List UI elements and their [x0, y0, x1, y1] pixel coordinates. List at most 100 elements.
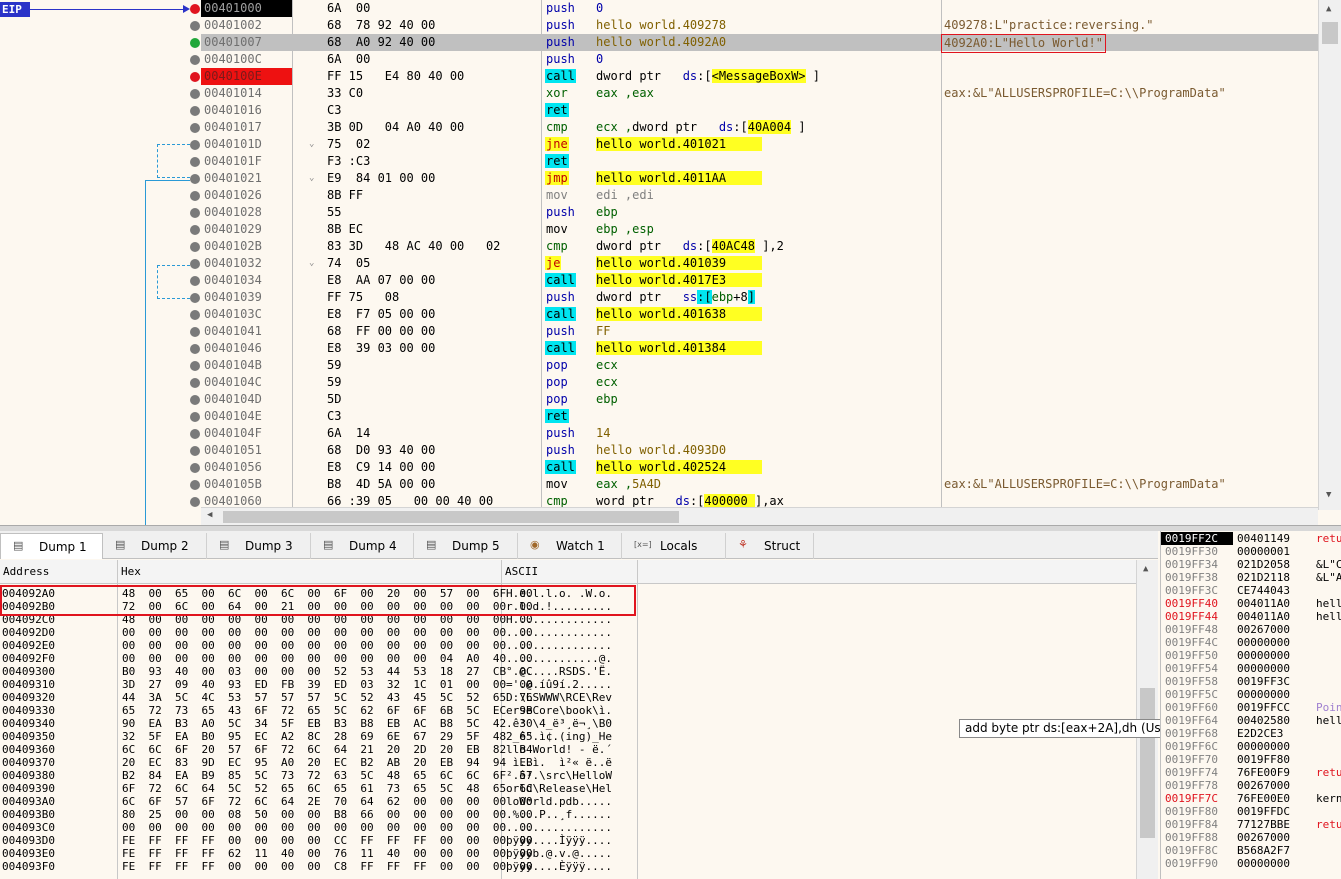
dump-ascii[interactable]: þÿÿÿb.@.v.@.....	[506, 847, 612, 860]
dump-hex-bytes[interactable]: 00 00 00 00 00 00 00 00 00 00 00 00 00 0…	[122, 626, 533, 639]
breakpoint-dot[interactable]	[190, 276, 200, 286]
instruction-row[interactable]: 00401029 8B EC mov ebp ,esp	[201, 221, 1318, 238]
breakpoint-dot[interactable]	[190, 344, 200, 354]
breakpoint-dot[interactable]	[190, 157, 200, 167]
stack-row[interactable]: 0019FF44 004011A0 hell	[1161, 610, 1341, 623]
dump-row[interactable]: 004093C0 00 00 00 00 00 00 00 00 00 00 00…	[0, 821, 1136, 834]
instruction-row[interactable]: 00401046 E8 39 03 00 00 call hello world.40…	[201, 340, 1318, 357]
stack-row[interactable]: 0019FF7C 76FE00E0 kern	[1161, 792, 1341, 805]
breakpoint-dot[interactable]	[190, 89, 200, 99]
stack-row[interactable]: 0019FF74 76FE00F9 retu	[1161, 766, 1341, 779]
breakpoint-dot[interactable]	[190, 327, 200, 337]
hex-column-header[interactable]: Hex	[118, 560, 502, 584]
dump-ascii[interactable]: ='.@.íû9í.2.....	[506, 678, 612, 691]
instruction-row[interactable]: 0040101F F3 :C3 ret	[201, 153, 1318, 170]
instruction-row[interactable]: 0040104F 6A 14 push 14	[201, 425, 1318, 442]
breakpoint-dot[interactable]	[190, 395, 200, 405]
stack-row[interactable]: 0019FF88 00267000	[1161, 831, 1341, 844]
stack-row[interactable]: 0019FF5C 00000000	[1161, 688, 1341, 701]
instruction-row[interactable]: 00401051 68 D0 93 40 00 push hello world.40…	[201, 442, 1318, 459]
breakpoint-dot[interactable]	[190, 463, 200, 473]
dump-ascii[interactable]: 2_ê°.ì¢.(ing)_He	[506, 730, 612, 743]
dump-ascii[interactable]: ì..ì. ì²« ë..ë	[506, 756, 612, 769]
instruction-row[interactable]: 0040104D 5D pop ebp	[201, 391, 1318, 408]
stack-row[interactable]: 0019FF84 77127BBE retu	[1161, 818, 1341, 831]
instruction-row[interactable]: 0040100E FF 15 E4 80 40 00 call dword ptr d…	[201, 68, 1318, 85]
stack-row[interactable]: 0019FF38 021D2118 &L"A	[1161, 571, 1341, 584]
breakpoint-dot[interactable]	[190, 123, 200, 133]
instruction-row[interactable]: 0040102B 83 3D 48 AC 40 00 02 cmp dword ptr…	[201, 238, 1318, 255]
breakpoint-dot[interactable]	[190, 174, 200, 184]
instruction-row[interactable]: 0040100C 6A 00 push 0	[201, 51, 1318, 68]
instruction-row[interactable]: 00401041 68 FF 00 00 00 push FF	[201, 323, 1318, 340]
instruction-row[interactable]: 00401034 E8 AA 07 00 00 call hello world.40…	[201, 272, 1318, 289]
scroll-thumb[interactable]	[223, 511, 679, 523]
stack-row[interactable]: 0019FF40 004011A0 hell	[1161, 597, 1341, 610]
stack-row[interactable]: 0019FF54 00000000	[1161, 662, 1341, 675]
instruction-row[interactable]: 0040104E C3 ret	[201, 408, 1318, 425]
disassembly-view[interactable]: EIP 00401000 6A 00 push 0 00401002 68 78 92 4…	[0, 0, 1341, 527]
dump-hex-bytes[interactable]: 6F 72 6C 64 5C 52 65 6C 65 61 73 65 5C 4…	[122, 782, 533, 795]
dump-row[interactable]: 00409320 44 3A 5C 4C 53 57 57 57 5C 52 43…	[0, 691, 1136, 704]
scroll-left-icon[interactable]: ◀	[207, 510, 212, 520]
dump-ascii[interactable]: þÿÿÿ....Ìÿÿÿ....	[506, 834, 612, 847]
dump-ascii[interactable]: orld\Release\Hel	[506, 782, 612, 795]
breakpoint-dot[interactable]	[190, 378, 200, 388]
instruction-row[interactable]: 0040104C 59 pop ecx	[201, 374, 1318, 391]
breakpoint-dot[interactable]	[190, 38, 200, 48]
breakpoint-dot[interactable]	[190, 208, 200, 218]
stack-row[interactable]: 0019FF30 00000001	[1161, 545, 1341, 558]
stack-row[interactable]: 0019FF68 E2D2CE3	[1161, 727, 1341, 740]
jump-gutter[interactable]: EIP	[0, 0, 201, 525]
dump-hex-bytes[interactable]: B2 84 EA B9 85 5C 73 72 63 5C 48 65 6C 6…	[122, 769, 533, 782]
dump-ascii[interactable]: .%...P..¸f......	[506, 808, 612, 821]
stack-row[interactable]: 0019FF2C 00401149 retu	[1161, 532, 1341, 545]
dump-ascii[interactable]: þÿÿÿ....Èÿÿÿ....	[506, 860, 612, 873]
dump-hex-bytes[interactable]: 00 00 00 00 00 00 00 00 00 00 00 00 04 A…	[122, 652, 533, 665]
breakpoint-dot[interactable]	[190, 429, 200, 439]
instruction-row[interactable]: 00401016 C3 ret	[201, 102, 1318, 119]
disasm-vertical-scrollbar[interactable]: ▲ ▼	[1318, 0, 1341, 510]
stack-row[interactable]: 0019FF60 0019FFCC Poin	[1161, 701, 1341, 714]
scroll-down-icon[interactable]: ▼	[1326, 490, 1331, 500]
address-column-header[interactable]: Address	[0, 560, 118, 584]
dump-row[interactable]: 004092D0 00 00 00 00 00 00 00 00 00 00 00…	[0, 626, 1136, 639]
instruction-row[interactable]: 00401014 33 C0 xor eax ,eax eax:&L"ALLUSERSP…	[201, 85, 1318, 102]
breakpoint-dot[interactable]	[190, 72, 200, 82]
breakpoint-dot[interactable]	[190, 140, 200, 150]
dump-hex-bytes[interactable]: FE FF FF FF 00 00 00 00 C8 FF FF FF 00 0…	[122, 860, 533, 873]
dump-hex-bytes[interactable]: FE FF FF FF 00 00 00 00 CC FF FF FF 00 0…	[122, 834, 533, 847]
tab-dump-1[interactable]: ▤ Dump 1	[0, 533, 103, 559]
dump-hex-bytes[interactable]: 6C 6C 6F 20 57 6F 72 6C 64 21 20 2D 20 E…	[122, 743, 533, 756]
dump-row[interactable]: 004092F0 00 00 00 00 00 00 00 00 00 00 00…	[0, 652, 1136, 665]
dump-hex-bytes[interactable]: 00 00 00 00 00 00 00 00 00 00 00 00 00 0…	[122, 821, 533, 834]
dump-ascii[interactable]: ..............@.	[506, 652, 612, 665]
dump-hex-bytes[interactable]: 20 EC 83 9D EC 95 A0 20 EC B2 AB 20 EB 9…	[122, 756, 533, 769]
dump-hex-bytes[interactable]: 80 25 00 00 08 50 00 00 B8 66 00 00 00 0…	[122, 808, 533, 821]
stack-row[interactable]: 0019FF6C 00000000	[1161, 740, 1341, 753]
breakpoint-dot[interactable]	[190, 361, 200, 371]
dump-hex-bytes[interactable]: FE FF FF FF 62 11 40 00 76 11 40 00 00 0…	[122, 847, 533, 860]
tab-locals[interactable]: [x=] Locals	[622, 533, 726, 559]
breakpoint-dot[interactable]	[190, 242, 200, 252]
scroll-thumb[interactable]	[1140, 688, 1155, 838]
instruction-row[interactable]: 00401000 6A 00 push 0	[201, 0, 1318, 17]
dump-ascii[interactable]: °.@.....RSDS.'Ë.	[506, 665, 612, 678]
dump-row[interactable]: 004093E0 FE FF FF FF 62 11 40 00 76 11 40…	[0, 847, 1136, 860]
instruction-row[interactable]: 00401032 ⌄ 74 05 je hello world.401039	[201, 255, 1318, 272]
breakpoint-dot[interactable]	[190, 259, 200, 269]
instruction-row[interactable]: 00401021 ⌄ E9 84 01 00 00 jmp hello world.40…	[201, 170, 1318, 187]
instruction-row[interactable]: 0040104B 59 pop ecx	[201, 357, 1318, 374]
stack-row[interactable]: 0019FF3C CE744043	[1161, 584, 1341, 597]
dump-hex-bytes[interactable]: 00 00 00 00 00 00 00 00 00 00 00 00 00 0…	[122, 639, 533, 652]
dump-row[interactable]: 00409370 20 EC 83 9D EC 95 A0 20 EC B2 AB…	[0, 756, 1136, 769]
breakpoint-dot[interactable]	[190, 21, 200, 31]
dump-ascii[interactable]: D:\LSWWW\RCE\Rev	[506, 691, 612, 704]
instruction-row[interactable]: 00401017 3B 0D 04 A0 40 00 cmp ecx ,dword p…	[201, 119, 1318, 136]
dump-ascii[interactable]: loWorld.pdb.....	[506, 795, 612, 808]
tab-dump-2[interactable]: ▤ Dump 2	[103, 533, 207, 559]
stack-row[interactable]: 0019FF78 00267000	[1161, 779, 1341, 792]
dump-ascii[interactable]: ................	[506, 626, 612, 639]
breakpoint-dot[interactable]	[190, 293, 200, 303]
stack-row[interactable]: 0019FF70 0019FF80	[1161, 753, 1341, 766]
